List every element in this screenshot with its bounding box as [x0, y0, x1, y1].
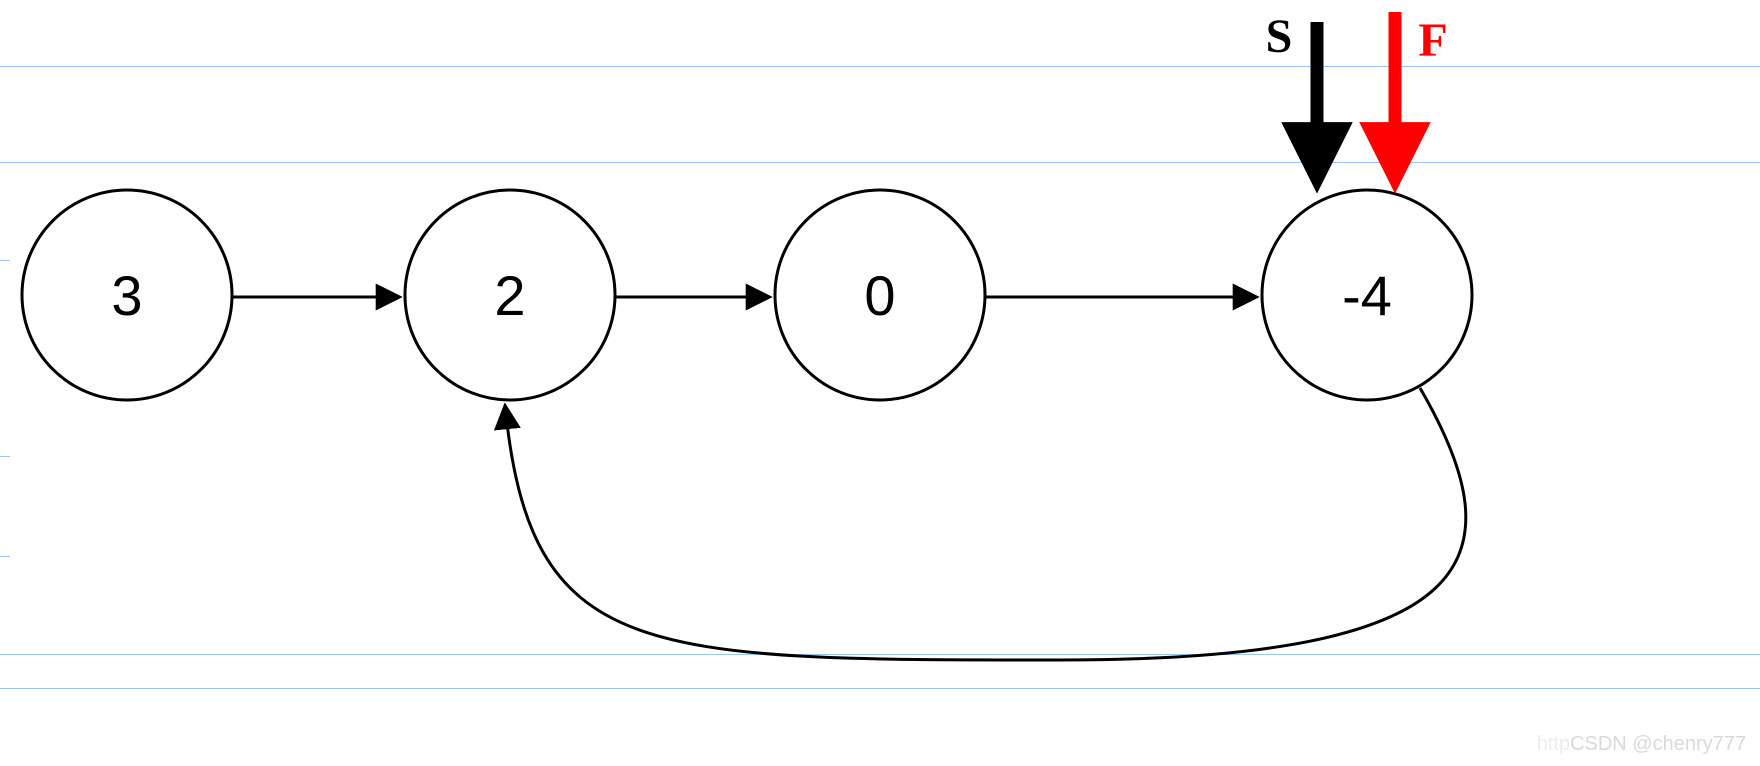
- pointer-slow-label: S: [1266, 10, 1293, 63]
- watermark: httpCSDN @chenry777: [1537, 733, 1746, 756]
- node-1: 3: [22, 190, 232, 400]
- node-3: 0: [775, 190, 985, 400]
- node-3-value: 0: [864, 264, 895, 327]
- edge-cycle-4-2: [505, 388, 1466, 660]
- watermark-text: CSDN @chenry777: [1570, 733, 1746, 755]
- pointer-fast: F: [1395, 12, 1448, 165]
- linked-list-diagram: 3 2 0 -4 S F: [0, 0, 1760, 766]
- pointer-slow: S: [1266, 10, 1317, 165]
- node-2: 2: [405, 190, 615, 400]
- watermark-prefix: http: [1537, 733, 1570, 755]
- node-4: -4: [1262, 190, 1472, 400]
- node-2-value: 2: [494, 264, 525, 327]
- node-4-value: -4: [1342, 264, 1392, 327]
- node-1-value: 3: [111, 264, 142, 327]
- pointer-fast-label: F: [1418, 14, 1447, 67]
